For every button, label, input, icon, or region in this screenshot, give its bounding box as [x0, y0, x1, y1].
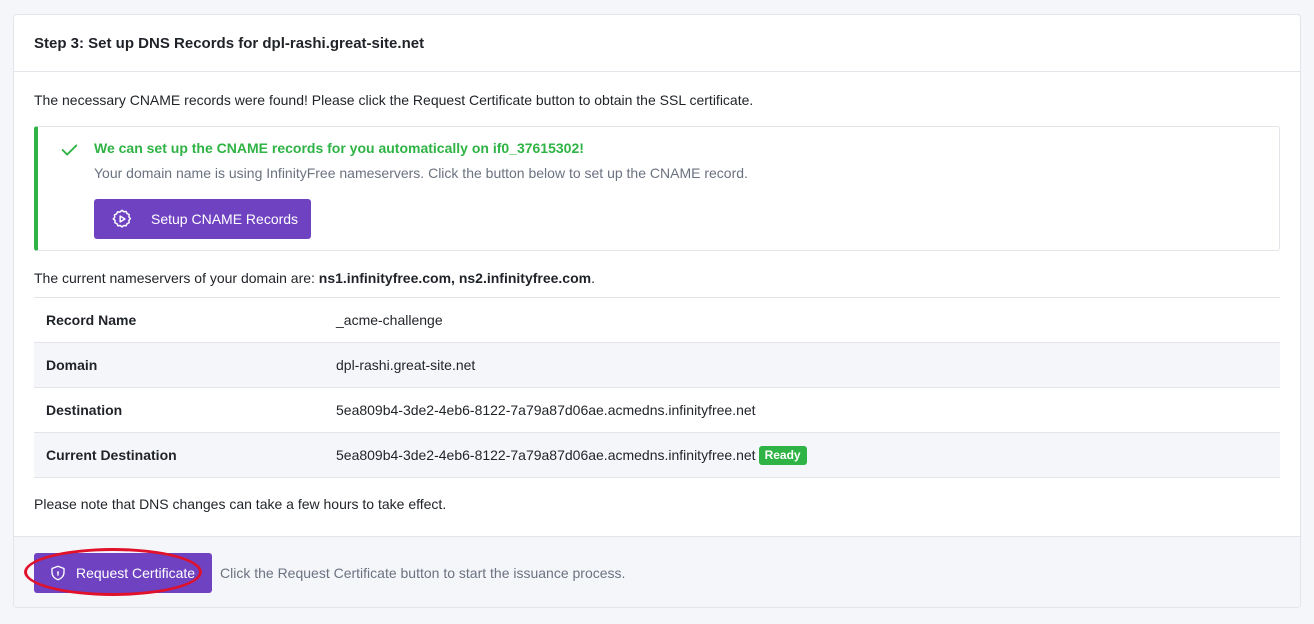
card-footer: Request Certificate Click the Request Ce…	[14, 536, 1300, 607]
current-destination-value: 5ea809b4-3de2-4eb6-8122-7a79a87d06ae.acm…	[336, 446, 756, 463]
nameservers-line: The current nameservers of your domain a…	[34, 269, 1280, 287]
nameservers-suffix: .	[591, 270, 595, 286]
table-row: Current Destination 5ea809b4-3de2-4eb6-8…	[34, 432, 1280, 478]
request-certificate-button[interactable]: Request Certificate	[34, 553, 212, 593]
records-table: Record Name _acme-challenge Domain dpl-r…	[34, 297, 1280, 478]
request-button-label: Request Certificate	[76, 565, 196, 581]
footer-text: Click the Request Certificate button to …	[220, 565, 626, 581]
alert-title: We can set up the CNAME records for you …	[94, 140, 584, 156]
auto-setup-alert: We can set up the CNAME records for you …	[34, 126, 1280, 251]
dns-setup-card: Step 3: Set up DNS Records for dpl-rashi…	[13, 14, 1301, 608]
current-destination-cell: 5ea809b4-3de2-4eb6-8122-7a79a87d06ae.acm…	[324, 433, 1280, 478]
table-row: Destination 5ea809b4-3de2-4eb6-8122-7a79…	[34, 387, 1280, 433]
shield-icon	[51, 565, 65, 581]
setup-cname-records-button[interactable]: Setup CNAME Records	[94, 199, 311, 239]
domain-label: Domain	[46, 357, 98, 373]
table-row: Record Name _acme-challenge	[34, 297, 1280, 343]
card-title: Step 3: Set up DNS Records for dpl-rashi…	[14, 15, 1300, 72]
setup-button-label: Setup CNAME Records	[151, 211, 299, 227]
destination-value: 5ea809b4-3de2-4eb6-8122-7a79a87d06ae.acm…	[336, 402, 756, 418]
record-name-label: Record Name	[46, 312, 137, 328]
status-badge: Ready	[758, 445, 807, 465]
destination-label: Destination	[46, 402, 123, 418]
record-name-value: _acme-challenge	[336, 312, 443, 328]
intro-text: The necessary CNAME records were found! …	[34, 92, 754, 108]
dns-note: Please note that DNS changes can take a …	[34, 496, 447, 512]
table-row: Domain dpl-rashi.great-site.net	[34, 342, 1280, 388]
card-body: The necessary CNAME records were found! …	[14, 91, 1300, 513]
alert-text: Your domain name is using InfinityFree n…	[94, 165, 748, 181]
current-destination-label: Current Destination	[46, 447, 177, 463]
nameservers-prefix: The current nameservers of your domain a…	[34, 270, 319, 286]
nameservers-value: ns1.infinityfree.com, ns2.infinityfree.c…	[318, 270, 592, 286]
gear-play-icon	[112, 209, 132, 228]
domain-value: dpl-rashi.great-site.net	[336, 357, 476, 373]
check-icon	[61, 144, 78, 156]
